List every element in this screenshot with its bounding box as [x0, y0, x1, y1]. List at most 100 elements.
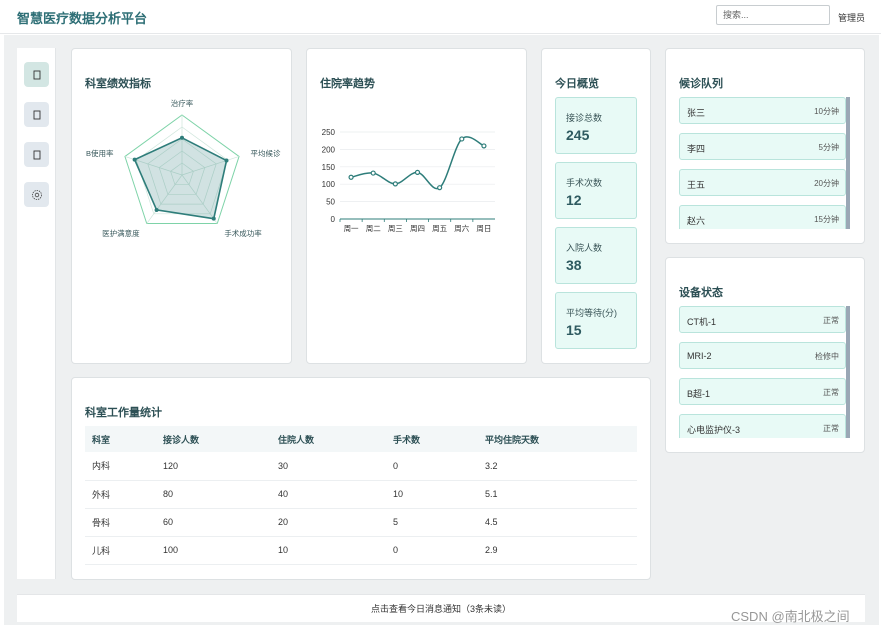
overview-title: 今日概览 [555, 78, 599, 90]
table-cell: 0 [386, 536, 478, 565]
sidebar [17, 48, 56, 579]
table-cell: 100 [156, 536, 271, 565]
device-status-card: 设备状态 CT机-1 正常 MRI-2 检修中 B超-1 正常 心电监护仪-3 … [665, 257, 865, 453]
patient-name: 赵六 [687, 216, 706, 226]
column-header: 住院人数 [271, 426, 386, 452]
y-tick-label: 150 [322, 163, 336, 172]
line-point [370, 170, 376, 176]
table-cell: 80 [156, 480, 271, 509]
y-tick-label: 50 [326, 198, 335, 207]
device-name: 心电监护仪-3 [687, 425, 741, 435]
device-item[interactable]: 心电监护仪-3 正常 [679, 414, 846, 438]
table-cell: 0 [386, 452, 478, 481]
performance-card: 科室绩效指标 治疗率 平均候诊 手术成功率 医护满意度 B使用率 [71, 48, 292, 364]
patient-name: 张三 [687, 108, 706, 118]
queue-title: 候诊队列 [679, 78, 723, 90]
device-status: 正常 [823, 424, 839, 433]
radar-indicator-label: 手术成功率 [224, 228, 262, 238]
admission-trend-card: 住院率趋势 0 50 100 150 200 250 周一 周二 周三 周四 周五 周六 周日 [306, 48, 527, 364]
x-tick-label: 周三 [388, 224, 403, 233]
queue-item[interactable]: 王五 20分钟 [679, 169, 846, 196]
device-name: B超-1 [687, 389, 711, 399]
stat-label: 接诊总数 [566, 113, 603, 123]
radar-point [180, 135, 184, 140]
x-tick-label: 周一 [344, 224, 359, 233]
table-cell: 2.9 [478, 536, 637, 565]
device-status: 正常 [823, 316, 839, 325]
overview-card: 今日概览 接诊总数 245 手术次数 12 入院人数 38 平均等待(分) 15 [541, 48, 651, 364]
line-point [481, 143, 487, 149]
column-header: 接诊人数 [156, 426, 271, 452]
device-list[interactable]: CT机-1 正常 MRI-2 检修中 B超-1 正常 心电监护仪-3 正常 [679, 306, 850, 438]
wait-time: 5分钟 [818, 143, 839, 152]
table-header-row: 科室 接诊人数 住院人数 手术数 平均住院天数 [85, 426, 637, 452]
radar-point [132, 157, 137, 162]
trend-title: 住院率趋势 [320, 78, 375, 90]
dashboard-icon [33, 70, 40, 79]
table-cell: 内科 [85, 452, 156, 481]
table-row: 外科 80 40 10 5.1 [85, 480, 637, 509]
watermark: CSDN @南北极之间 [731, 609, 850, 624]
y-tick-label: 100 [322, 180, 336, 189]
x-tick-label: 周二 [366, 224, 381, 233]
user-menu[interactable]: 管理员 [838, 11, 865, 24]
search-input[interactable] [716, 5, 830, 25]
column-header: 手术数 [386, 426, 478, 452]
table-cell: 60 [156, 508, 271, 537]
table-cell: 10 [271, 536, 386, 565]
column-header: 科室 [85, 426, 156, 452]
table-cell: 40 [271, 480, 386, 509]
table-cell: 20 [271, 508, 386, 537]
wait-time: 15分钟 [814, 215, 839, 224]
document-icon [33, 110, 40, 119]
queue-list[interactable]: 张三 10分钟 李四 5分钟 王五 20分钟 赵六 15分钟 [679, 97, 850, 229]
table-cell: 儿科 [85, 536, 156, 565]
device-item[interactable]: MRI-2 检修中 [679, 342, 846, 369]
top-bar: 智慧医疗数据分析平台 管理员 [0, 0, 881, 34]
waiting-queue-card: 候诊队列 张三 10分钟 李四 5分钟 王五 20分钟 赵六 15分钟 [665, 48, 865, 244]
y-tick-label: 0 [331, 215, 336, 224]
settings-icon [31, 189, 42, 200]
workload-title: 科室工作量统计 [85, 407, 162, 419]
workload-card: 科室工作量统计 科室 接诊人数 住院人数 手术数 平均住院天数 内科 120 3… [71, 377, 651, 580]
patient-name: 李四 [687, 144, 706, 154]
sidebar-item-document[interactable] [24, 102, 49, 127]
stat-card: 手术次数 12 [555, 162, 637, 219]
device-item[interactable]: B超-1 正常 [679, 378, 846, 405]
x-tick-label: 周四 [410, 224, 425, 233]
sidebar-item-calendar[interactable] [24, 142, 49, 167]
line-series [350, 136, 485, 190]
y-tick-label: 200 [322, 145, 336, 154]
radar-indicator-label: 治疗率 [171, 98, 194, 108]
queue-item[interactable]: 张三 10分钟 [679, 97, 846, 124]
radar-point [211, 216, 216, 221]
device-status: 正常 [823, 388, 839, 397]
sidebar-item-settings[interactable] [24, 182, 49, 207]
table-cell: 5 [386, 508, 478, 537]
line-point [437, 185, 443, 191]
line-chart: 0 50 100 150 200 250 周一 周二 周三 周四 周五 周六 周日 [322, 128, 495, 233]
radar-point [154, 207, 159, 212]
radar-point [224, 158, 229, 163]
radar-indicator-label: 平均候诊 [250, 148, 280, 158]
wait-time: 10分钟 [814, 107, 839, 116]
queue-item[interactable]: 赵六 15分钟 [679, 205, 846, 229]
stat-label: 手术次数 [566, 178, 603, 188]
table-row: 内科 120 30 0 3.2 [85, 452, 637, 481]
stat-label: 平均等待(分) [566, 308, 617, 318]
y-tick-label: 250 [322, 128, 336, 137]
table-row: 骨科 60 20 5 4.5 [85, 508, 637, 537]
x-tick-label: 周日 [476, 224, 491, 233]
line-point [348, 174, 354, 180]
sidebar-item-dashboard[interactable] [24, 62, 49, 87]
patient-name: 王五 [687, 180, 706, 190]
device-item[interactable]: CT机-1 正常 [679, 306, 846, 333]
device-title: 设备状态 [679, 287, 723, 299]
performance-title: 科室绩效指标 [85, 78, 151, 90]
calendar-icon [33, 150, 40, 159]
table-cell: 4.5 [478, 508, 637, 537]
queue-item[interactable]: 李四 5分钟 [679, 133, 846, 160]
table-cell: 10 [386, 480, 478, 509]
stat-value: 15 [566, 322, 582, 338]
app-title: 智慧医疗数据分析平台 [17, 11, 148, 26]
